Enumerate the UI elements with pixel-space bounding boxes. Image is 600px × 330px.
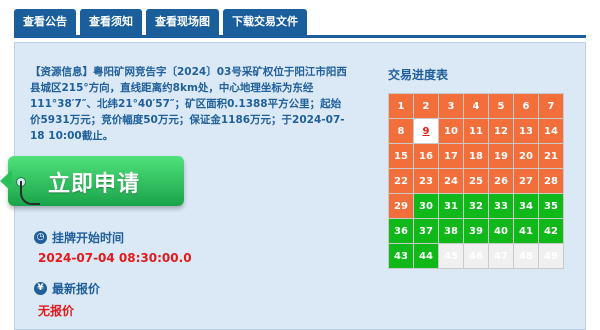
tab-notice[interactable]: 查看须知 xyxy=(80,9,142,35)
progress-cell-14[interactable]: 14 xyxy=(539,119,563,143)
progress-cell-40[interactable]: 40 xyxy=(489,219,513,243)
apply-now-button[interactable]: 立即申请 xyxy=(0,156,184,206)
progress-cell-31[interactable]: 31 xyxy=(439,194,463,218)
progress-cell-5[interactable]: 5 xyxy=(489,94,513,118)
progress-cell-34[interactable]: 34 xyxy=(514,194,538,218)
progress-cell-29[interactable]: 29 xyxy=(389,194,413,218)
progress-cell-22[interactable]: 22 xyxy=(389,169,413,193)
progress-cell-24[interactable]: 24 xyxy=(439,169,463,193)
progress-cell-3[interactable]: 3 xyxy=(439,94,463,118)
listing-start-header: ◷ 挂牌开始时间 xyxy=(34,229,124,246)
progress-cell-26[interactable]: 26 xyxy=(489,169,513,193)
progress-cell-44[interactable]: 44 xyxy=(414,244,438,268)
clock-icon: ◷ xyxy=(34,231,47,244)
progress-cell-1[interactable]: 1 xyxy=(389,94,413,118)
apply-now-label: 立即申请 xyxy=(48,172,141,197)
progress-grid: 1 2 3 4 5 6 7 8 9 10 11 12 13 14 15 16 17 18 19 20 21 22 23 24 2… xyxy=(388,93,564,269)
progress-cell-49[interactable]: 49 xyxy=(539,244,563,268)
progress-cell-6[interactable]: 6 xyxy=(514,94,538,118)
progress-cell-17[interactable]: 17 xyxy=(439,144,463,168)
progress-cell-18[interactable]: 18 xyxy=(464,144,488,168)
tag-string-icon xyxy=(20,181,40,205)
progress-cell-16[interactable]: 16 xyxy=(414,144,438,168)
progress-cell-9[interactable]: 9 xyxy=(414,119,438,143)
tab-download-files[interactable]: 下载交易文件 xyxy=(223,9,307,35)
progress-cell-46[interactable]: 46 xyxy=(464,244,488,268)
progress-cell-15[interactable]: 15 xyxy=(389,144,413,168)
latest-quote-header: ¥ 最新报价 xyxy=(34,280,100,297)
progress-cell-36[interactable]: 36 xyxy=(389,219,413,243)
progress-cell-11[interactable]: 11 xyxy=(464,119,488,143)
progress-cell-12[interactable]: 12 xyxy=(489,119,513,143)
progress-cell-28[interactable]: 28 xyxy=(539,169,563,193)
progress-cell-19[interactable]: 19 xyxy=(489,144,513,168)
yen-icon: ¥ xyxy=(34,282,47,295)
progress-cell-41[interactable]: 41 xyxy=(514,219,538,243)
tab-underline xyxy=(14,35,586,38)
progress-cell-47[interactable]: 47 xyxy=(489,244,513,268)
progress-cell-4[interactable]: 4 xyxy=(464,94,488,118)
progress-cell-13[interactable]: 13 xyxy=(514,119,538,143)
progress-cell-25[interactable]: 25 xyxy=(464,169,488,193)
tab-site-map[interactable]: 查看现场图 xyxy=(146,9,219,35)
progress-cell-27[interactable]: 27 xyxy=(514,169,538,193)
apply-area: 立即申请 xyxy=(0,150,190,216)
progress-cell-42[interactable]: 42 xyxy=(539,219,563,243)
tag-tip-shape xyxy=(0,170,12,192)
progress-cell-43[interactable]: 43 xyxy=(389,244,413,268)
tab-announcement[interactable]: 查看公告 xyxy=(14,9,76,35)
progress-cell-10[interactable]: 10 xyxy=(439,119,463,143)
listing-start-value: 2024-07-04 08:30:00.0 xyxy=(38,251,192,265)
progress-cell-39[interactable]: 39 xyxy=(464,219,488,243)
progress-cell-7[interactable]: 7 xyxy=(539,94,563,118)
progress-cell-33[interactable]: 33 xyxy=(489,194,513,218)
progress-cell-32[interactable]: 32 xyxy=(464,194,488,218)
progress-table-title: 交易进度表 xyxy=(388,68,449,82)
latest-quote-value: 无报价 xyxy=(38,304,75,318)
progress-cell-30[interactable]: 30 xyxy=(414,194,438,218)
progress-cell-37[interactable]: 37 xyxy=(414,219,438,243)
progress-cell-8[interactable]: 8 xyxy=(389,119,413,143)
progress-cell-38[interactable]: 38 xyxy=(439,219,463,243)
progress-cell-48[interactable]: 48 xyxy=(514,244,538,268)
latest-quote-title: 最新报价 xyxy=(52,282,101,296)
progress-cell-21[interactable]: 21 xyxy=(539,144,563,168)
progress-cell-23[interactable]: 23 xyxy=(414,169,438,193)
listing-start-title: 挂牌开始时间 xyxy=(52,231,125,245)
progress-cell-45[interactable]: 45 xyxy=(439,244,463,268)
progress-cell-20[interactable]: 20 xyxy=(514,144,538,168)
tab-bar: 查看公告 查看须知 查看现场图 下载交易文件 xyxy=(14,9,307,35)
progress-cell-35[interactable]: 35 xyxy=(539,194,563,218)
progress-cell-2[interactable]: 2 xyxy=(414,94,438,118)
resource-description: 【资源信息】粤阳矿网竞告字〔2024〕03号采矿权位于阳江市阳西县城区215°方… xyxy=(30,66,347,142)
